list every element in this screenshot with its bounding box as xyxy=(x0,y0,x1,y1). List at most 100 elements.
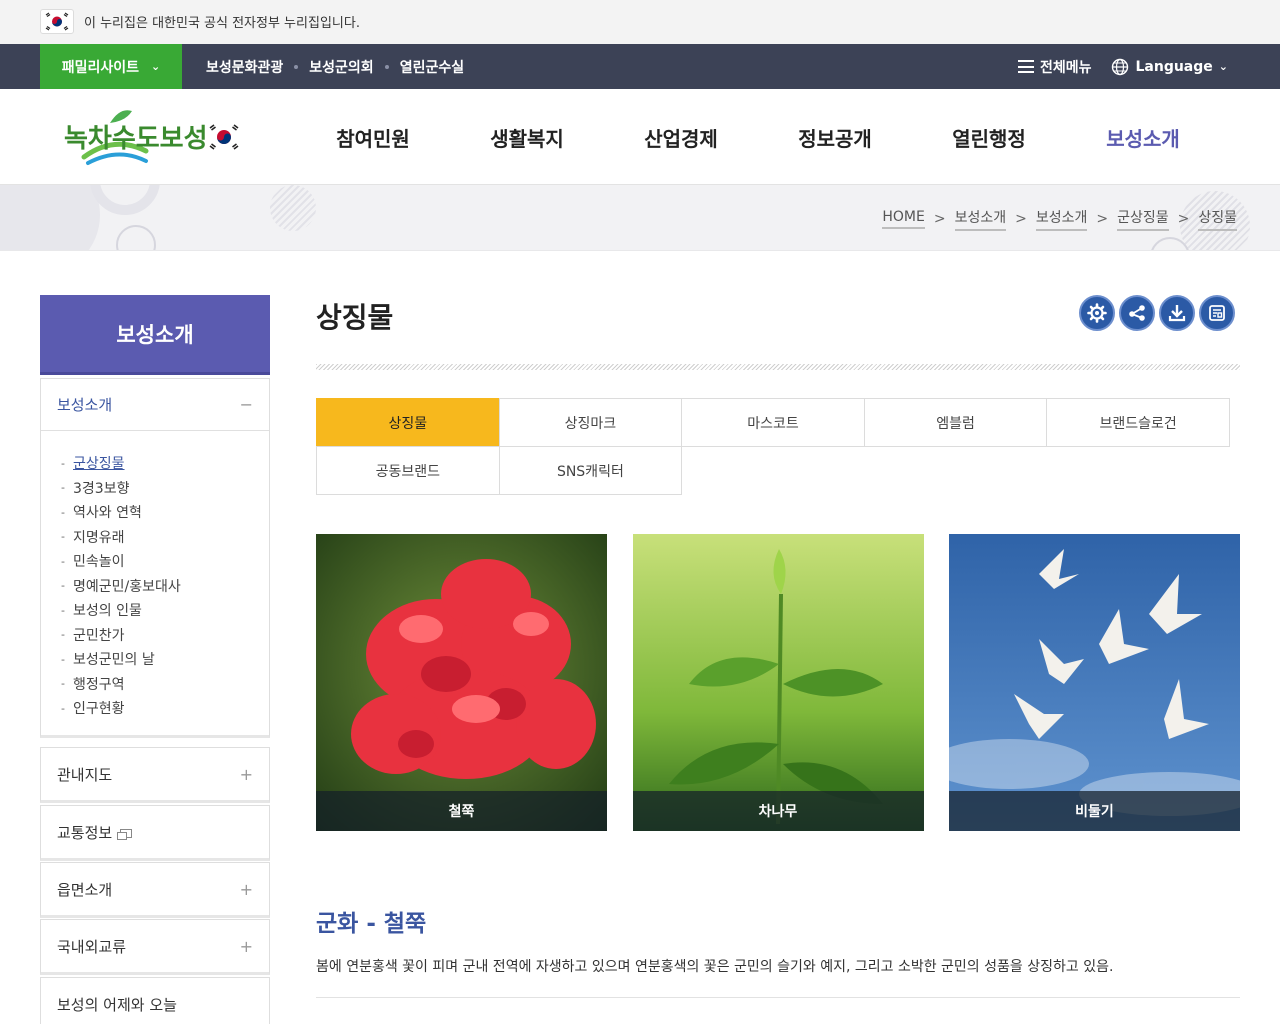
family-site-button[interactable]: 패밀리사이트 ⌄ xyxy=(40,44,182,89)
nav-introduction[interactable]: 보성소개 xyxy=(1066,123,1220,152)
tab-joint-brand[interactable]: 공동브랜드 xyxy=(316,446,500,495)
decor-ring xyxy=(90,185,160,215)
lnb-group-map: 관내지도 + xyxy=(40,747,270,803)
breadcrumb-level-3[interactable]: 군상징물 xyxy=(1117,207,1169,231)
lnb-group-traffic: 교통정보 xyxy=(40,805,270,861)
plus-icon: + xyxy=(239,936,253,956)
new-window-icon xyxy=(117,828,133,840)
print-icon xyxy=(1209,305,1225,321)
nav-administration[interactable]: 열린행정 xyxy=(912,123,1066,152)
nav-economy[interactable]: 산업경제 xyxy=(604,123,758,152)
site-header: 녹차수도보성 참여민원 생활복지 산업경제 정보공개 열린행정 보성소개 xyxy=(0,89,1280,185)
lnb-group-header-map[interactable]: 관내지도 + xyxy=(41,748,269,800)
gallery-caption: 비둘기 xyxy=(949,791,1240,831)
lnb-group-label: 교통정보 xyxy=(57,823,113,842)
decor-ring xyxy=(116,225,156,250)
util-link-culture-tour[interactable]: 보성문화관광 xyxy=(206,57,283,77)
main-nav: 참여민원 생활복지 산업경제 정보공개 열린행정 보성소개 xyxy=(296,89,1220,185)
logo-text: 녹차수도보성 xyxy=(64,124,208,154)
tab-emblem[interactable]: 엠블럼 xyxy=(863,398,1048,447)
lnb-group-towns: 읍면소개 + xyxy=(40,862,270,918)
gov-notice-text: 이 누리집은 대한민국 공식 전자정부 누리집입니다. xyxy=(84,16,360,31)
util-link-council[interactable]: 보성군의회 xyxy=(309,57,373,77)
util-link-mayor-office[interactable]: 열린군수실 xyxy=(400,57,464,77)
lnb-group-label: 국내외교류 xyxy=(57,937,127,956)
lnb-sub-item-symbols[interactable]: - 군상징물 xyxy=(61,451,269,476)
print-button[interactable] xyxy=(1199,295,1235,331)
lnb-sub-item[interactable]: - 보성의 인물 xyxy=(61,598,269,623)
download-button[interactable] xyxy=(1159,295,1195,331)
lnb-group-header-exchange[interactable]: 국내외교류 + xyxy=(41,920,269,972)
dot-separator xyxy=(384,64,389,69)
gallery-caption: 철쭉 xyxy=(316,791,607,831)
language-label: Language xyxy=(1135,58,1213,75)
lnb-group-introduction: 보성소개 − - 군상징물 -3경3보향 - 역사와 연혁 - 지명유래 - 민속놀이 … xyxy=(40,378,270,738)
gov-notice-bar: 이 누리집은 대한민국 공식 전자정부 누리집입니다. xyxy=(0,0,1280,44)
lnb-title: 보성소개 xyxy=(40,295,270,375)
symbol-tabs: 상징물 상징마크 마스코트 엠블럼 브랜드슬로건 공동브랜드 SNS캐릭터 xyxy=(316,398,1234,495)
chevron-down-icon: ⌄ xyxy=(1218,60,1228,73)
tea-tree-image xyxy=(632,534,924,831)
lnb-sub-item[interactable]: - 군민찬가 xyxy=(61,623,269,648)
lnb-sub-item[interactable]: - 보성군민의 날 xyxy=(61,647,269,672)
decor-circle xyxy=(0,185,100,250)
breadcrumb-level-2[interactable]: 보성소개 xyxy=(1035,207,1088,231)
lnb-group-label: 읍면소개 xyxy=(57,880,113,899)
lnb-sub-item[interactable]: - 명예군민/홍보대사 xyxy=(61,574,269,599)
sub-visual-band: HOME > 보성소개 > 보성소개 > 군상징물 > 상징물 xyxy=(0,185,1280,251)
share-button[interactable] xyxy=(1119,295,1155,331)
minus-icon: − xyxy=(239,395,253,414)
gallery-card-dove[interactable]: 비둘기 xyxy=(949,534,1240,831)
lnb-group-label: 보성의 어제와 오늘 xyxy=(57,995,177,1014)
nav-information[interactable]: 정보공개 xyxy=(758,123,912,152)
lnb-sub-item[interactable]: - 지명유래 xyxy=(61,525,269,550)
language-button[interactable]: Language ⌄ xyxy=(1111,58,1228,76)
lnb-group-header-traffic[interactable]: 교통정보 xyxy=(41,806,269,858)
nav-participation[interactable]: 참여민원 xyxy=(296,123,450,152)
hamburger-icon xyxy=(1017,60,1034,73)
lnb-group-header-introduction[interactable]: 보성소개 − xyxy=(41,379,269,431)
lnb-sub-list: - 군상징물 -3경3보향 - 역사와 연혁 - 지명유래 - 민속놀이 - 명예군민/홍… xyxy=(41,431,269,735)
section-description: 봄에 연분홍색 꽃이 피며 군내 전역에 자생하고 있으며 연분홍색의 꽃은 군… xyxy=(316,959,1114,975)
korea-flag-icon xyxy=(40,9,74,34)
site-logo[interactable]: 녹차수도보성 xyxy=(62,105,242,167)
util-links: 보성문화관광 보성군의회 열린군수실 xyxy=(206,44,464,89)
title-divider xyxy=(316,364,1240,370)
lnb-sub-item[interactable]: - 민속놀이 xyxy=(61,549,269,574)
dot-separator xyxy=(294,64,299,69)
gallery-card-tea-tree[interactable]: 차나무 xyxy=(632,534,924,831)
settings-button[interactable] xyxy=(1079,295,1115,331)
symbol-gallery: 철쭉 차나무 비둘기 xyxy=(316,534,1240,831)
lnb-sub-item[interactable]: - 인구현황 xyxy=(61,696,269,721)
chevron-down-icon: ⌄ xyxy=(151,60,161,73)
all-menu-button[interactable]: 전체메뉴 xyxy=(1017,57,1091,77)
lnb-sub-item[interactable]: - 행정구역 xyxy=(61,672,269,697)
decor-hatched-circle xyxy=(270,185,316,231)
tab-symbols[interactable]: 상징물 xyxy=(316,398,500,447)
download-icon xyxy=(1168,305,1186,322)
page-tools xyxy=(1079,295,1235,331)
lnb-group-header-history[interactable]: 보성의 어제와 오늘 xyxy=(41,978,269,1024)
lnb-sub-item[interactable]: -3경3보향 xyxy=(61,476,269,501)
breadcrumb-current[interactable]: 상징물 xyxy=(1198,207,1237,231)
lnb-sub-item[interactable]: - 역사와 연혁 xyxy=(61,500,269,525)
share-icon xyxy=(1129,305,1145,321)
plus-icon: + xyxy=(239,879,253,899)
tab-mascot[interactable]: 마스코트 xyxy=(681,398,865,447)
family-site-label: 패밀리사이트 xyxy=(61,59,140,76)
breadcrumb-level-1[interactable]: 보성소개 xyxy=(954,207,1007,231)
breadcrumb: HOME > 보성소개 > 보성소개 > 군상징물 > 상징물 xyxy=(882,207,1237,231)
azalea-image xyxy=(316,534,607,831)
lnb-group-label: 보성소개 xyxy=(57,396,113,414)
tab-sns-character[interactable]: SNS캐릭터 xyxy=(498,446,683,495)
boseong-logo-icon: 녹차수도보성 xyxy=(64,110,239,165)
gallery-card-azalea[interactable]: 철쭉 xyxy=(316,534,607,831)
settings-icon xyxy=(1087,303,1107,323)
tab-symbol-mark[interactable]: 상징마크 xyxy=(498,398,683,447)
section-title: 군화 - 철쭉 xyxy=(316,911,427,937)
tab-brand-slogan[interactable]: 브랜드슬로건 xyxy=(1046,398,1230,447)
breadcrumb-home[interactable]: HOME xyxy=(882,209,925,229)
lnb-group-history: 보성의 어제와 오늘 xyxy=(40,977,270,1024)
lnb-group-header-towns[interactable]: 읍면소개 + xyxy=(41,863,269,915)
nav-welfare[interactable]: 생활복지 xyxy=(450,123,604,152)
